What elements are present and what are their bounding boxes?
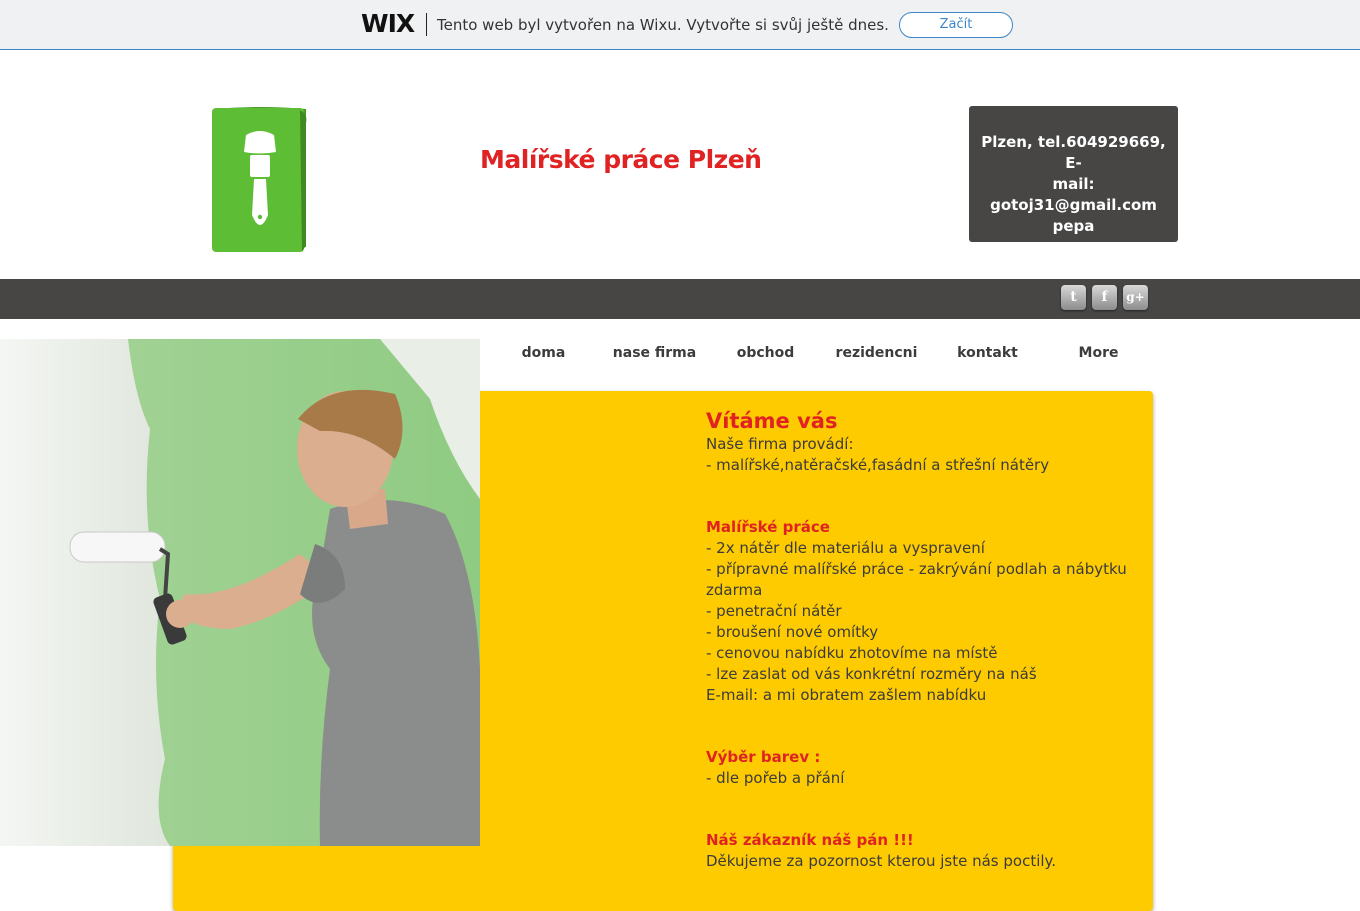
service-line: - 2x nátěr dle materiálu a vyspravení [706,539,985,557]
service-line: - penetrační nátěr [706,602,842,620]
nav-item-kontakt[interactable]: kontakt [932,339,1043,367]
section-heading-malirske: Malířské práce [706,518,830,536]
service-line: - lze zaslat od vás konkrétní rozměry na… [706,665,1037,683]
site-title: Malířské práce Plzeň [480,145,762,174]
service-line: - broušení nové omítky [706,623,879,641]
google-plus-icon[interactable]: g+ [1123,285,1148,310]
service-line: E-mail: a mi obratem zašlem nabídku [706,686,987,704]
twitter-icon[interactable]: t [1061,285,1086,310]
section-heading-barvy: Výběr barev : [706,748,821,766]
main-nav: doma nase firma obchod rezidencni kontak… [488,339,1154,367]
header-bar [0,279,1360,319]
contact-line: pepa [1052,217,1095,235]
wix-logo[interactable]: WIX [361,9,415,38]
wix-banner: WIX Tento web byl vytvořen na Wixu. Vytv… [0,0,1360,50]
contact-info-box: Plzen, tel.604929669, E- mail: gotoj31@g… [969,106,1178,242]
paint-brush-logo-icon[interactable] [210,107,310,255]
banner-text: Tento web byl vytvořen na Wixu. Vytvořte… [437,16,889,34]
color-line: - dle pořeb a přání [706,769,845,787]
contact-line: mail: [1052,175,1095,193]
nav-item-nase-firma[interactable]: nase firma [599,339,710,367]
section-heading-zakaznik: Náš zákazník náš pán !!! [706,831,914,849]
service-line: - cenovou nabídku zhotovíme na místě [706,644,998,662]
intro-line: - malířské,natěračské,fasádní a střešní … [706,456,1050,474]
banner-divider [426,13,427,36]
intro-line: Naše firma provádí: [706,435,854,453]
welcome-heading: Vítáme vás [706,409,838,433]
contact-line: Plzen, tel.604929669, E- [981,133,1166,172]
start-button[interactable]: Začít [899,12,1013,38]
nav-item-more[interactable]: More [1043,339,1154,367]
contact-line: gotoj31@gmail.com [990,196,1157,214]
thanks-line: Děkujeme za pozornost kterou jste nás po… [706,852,1057,870]
nav-item-obchod[interactable]: obchod [710,339,821,367]
service-line: - přípravné malířské práce - zakrývání p… [706,560,1127,599]
nav-item-doma[interactable]: doma [488,339,599,367]
welcome-content: Vítáme vás Naše firma provádí: - malířsk… [706,408,1136,872]
nav-item-rezidencni[interactable]: rezidencni [821,339,932,367]
facebook-icon[interactable]: f [1092,285,1117,310]
painter-photo [0,339,480,846]
